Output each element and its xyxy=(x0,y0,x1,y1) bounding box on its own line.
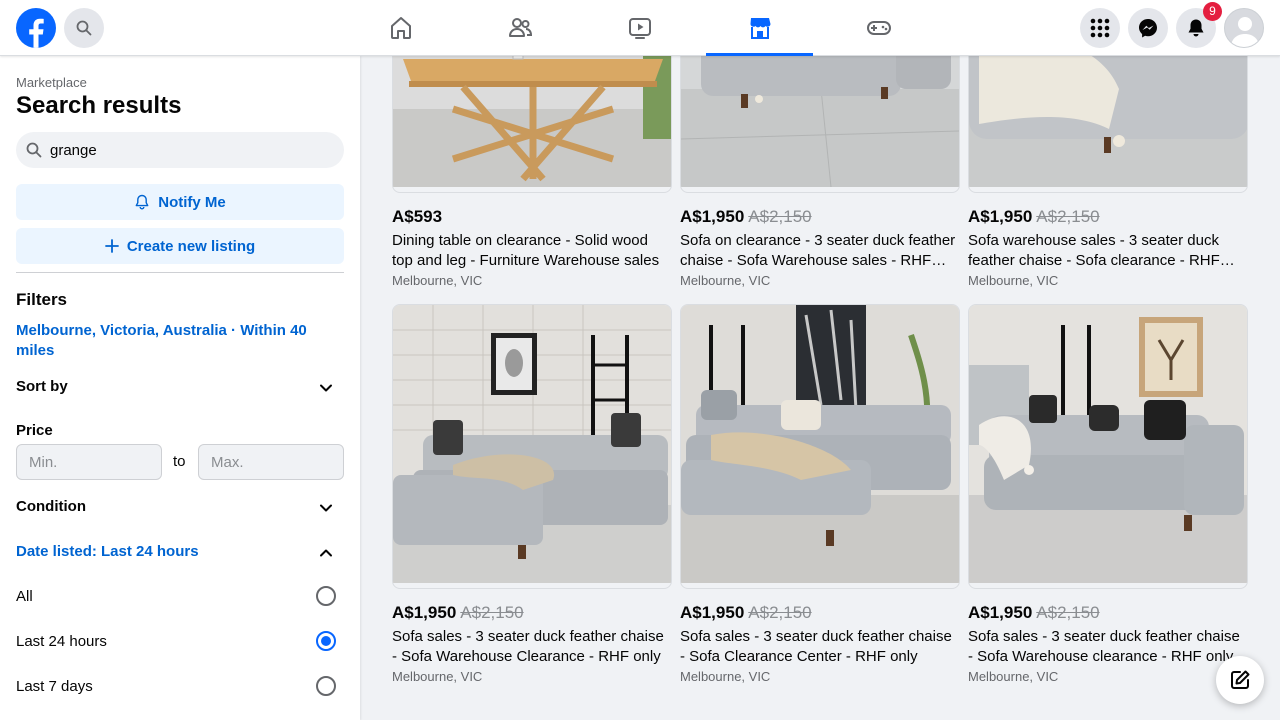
listing-price: A$1,950 A$2,150 xyxy=(392,603,524,622)
date-option-last-7-days[interactable]: Last 7 days xyxy=(8,666,344,706)
grid-menu-icon xyxy=(1090,18,1110,38)
listing-price: A$1,950 A$2,150 xyxy=(680,207,812,226)
tab-gaming[interactable] xyxy=(825,0,932,56)
listing-location: Melbourne, VIC xyxy=(680,273,771,288)
notify-me-button[interactable]: Notify Me xyxy=(16,184,344,220)
date-option-label: Last 24 hours xyxy=(16,632,107,650)
date-option-all[interactable]: All xyxy=(8,576,344,616)
gamepad-icon xyxy=(866,21,891,35)
listing-card[interactable]: A$1,950 A$2,150 Sofa sales - 3 seater duc… xyxy=(392,304,672,684)
menu-button[interactable] xyxy=(1080,8,1120,48)
listing-location: Melbourne, VIC xyxy=(392,669,483,684)
filters-heading: Filters xyxy=(16,290,68,309)
video-icon xyxy=(628,18,651,39)
radio-button[interactable] xyxy=(316,586,336,606)
listing-original-price: A$2,150 xyxy=(748,207,812,226)
notification-count-badge: 9 xyxy=(1203,2,1222,21)
profile-avatar[interactable] xyxy=(1224,8,1264,48)
bell-outline-icon xyxy=(135,194,149,210)
listing-title: Sofa warehouse sales - 3 seater duck fea… xyxy=(968,232,1220,269)
chevron-up-icon[interactable] xyxy=(318,545,334,561)
listing-price: A$593 xyxy=(392,207,443,226)
listing-photo[interactable] xyxy=(968,304,1248,589)
create-listing-label: Create new listing xyxy=(126,237,256,255)
new-message-button[interactable] xyxy=(1216,656,1264,704)
search-input[interactable] xyxy=(50,141,310,159)
create-listing-button[interactable]: Create new listing xyxy=(16,228,344,264)
listing-title: Sofa sales - 3 seater duck feather chais… xyxy=(392,628,664,665)
divider xyxy=(16,272,344,273)
listing-price: A$1,950 A$2,150 xyxy=(680,603,812,622)
price-min-input[interactable] xyxy=(16,444,162,480)
messenger-button[interactable] xyxy=(1128,8,1168,48)
listing-title: Dining table on clearance - Solid wood t… xyxy=(392,232,660,269)
tab-friends[interactable] xyxy=(466,0,573,56)
marketplace-search[interactable] xyxy=(16,132,344,168)
listing-location: Melbourne, VIC xyxy=(680,669,771,684)
search-button[interactable] xyxy=(64,8,104,48)
messenger-icon xyxy=(1139,19,1157,38)
notify-me-label: Notify Me xyxy=(158,193,226,211)
plus-icon xyxy=(104,239,119,253)
listing-photo[interactable] xyxy=(392,304,672,589)
listing-original-price: A$2,150 xyxy=(1036,207,1100,226)
condition-label[interactable]: Condition xyxy=(16,498,86,515)
date-option-label: All xyxy=(16,587,33,605)
price-max-input[interactable] xyxy=(198,444,344,480)
listing-original-price: A$2,150 xyxy=(1036,603,1100,622)
listing-location: Melbourne, VIC xyxy=(968,669,1059,684)
top-navigation-bar: 9 xyxy=(0,0,1280,56)
chevron-down-icon[interactable] xyxy=(318,500,334,516)
tab-watch[interactable] xyxy=(586,0,693,56)
chevron-down-icon[interactable] xyxy=(318,380,334,396)
facebook-logo-icon[interactable] xyxy=(16,8,56,48)
tab-home[interactable] xyxy=(347,0,454,56)
listing-original-price: A$2,150 xyxy=(748,603,812,622)
breadcrumb[interactable]: Marketplace xyxy=(16,75,87,90)
location-filter-link[interactable]: Melbourne, Victoria, Australia · Within … xyxy=(16,321,326,361)
listing-title: Sofa sales - 3 seater duck feather chais… xyxy=(968,628,1240,665)
home-icon xyxy=(390,17,411,39)
bell-icon xyxy=(1188,19,1204,37)
page-title: Search results xyxy=(16,92,182,119)
search-icon xyxy=(26,142,42,158)
price-to-label: to xyxy=(173,453,186,470)
listing-card[interactable]: A$1,950 A$2,150 Sofa sales - 3 seater duc… xyxy=(968,304,1248,684)
search-icon xyxy=(76,20,92,36)
sort-by-label[interactable]: Sort by xyxy=(16,378,68,395)
listing-price: A$1,950 A$2,150 xyxy=(968,603,1100,622)
listing-card[interactable]: A$1,950 A$2,150 Sofa sales - 3 seater duc… xyxy=(680,304,960,684)
notifications-button[interactable]: 9 xyxy=(1176,2,1222,48)
listing-price: A$1,950 A$2,150 xyxy=(968,207,1100,226)
date-option-label: Last 7 days xyxy=(16,677,93,695)
date-listed-label[interactable]: Date listed: Last 24 hours xyxy=(16,543,199,560)
marketplace-sidebar: Marketplace Search results Notify Me Cre… xyxy=(0,56,360,720)
compose-icon xyxy=(1231,670,1250,689)
listing-location: Melbourne, VIC xyxy=(392,273,483,288)
date-option-last-24-hours[interactable]: Last 24 hours xyxy=(8,621,344,661)
listing-location: Melbourne, VIC xyxy=(968,273,1059,288)
radio-button[interactable] xyxy=(316,676,336,696)
listing-original-price: A$2,150 xyxy=(460,603,524,622)
radio-button-selected[interactable] xyxy=(316,631,336,651)
tab-marketplace[interactable] xyxy=(706,0,813,56)
marketplace-icon xyxy=(750,18,770,39)
listing-title: Sofa sales - 3 seater duck feather chais… xyxy=(680,628,952,665)
price-label: Price xyxy=(16,422,53,439)
listing-title: Sofa on clearance - 3 seater duck feathe… xyxy=(680,232,956,269)
friends-icon xyxy=(508,18,532,37)
listing-photo[interactable] xyxy=(680,304,960,589)
